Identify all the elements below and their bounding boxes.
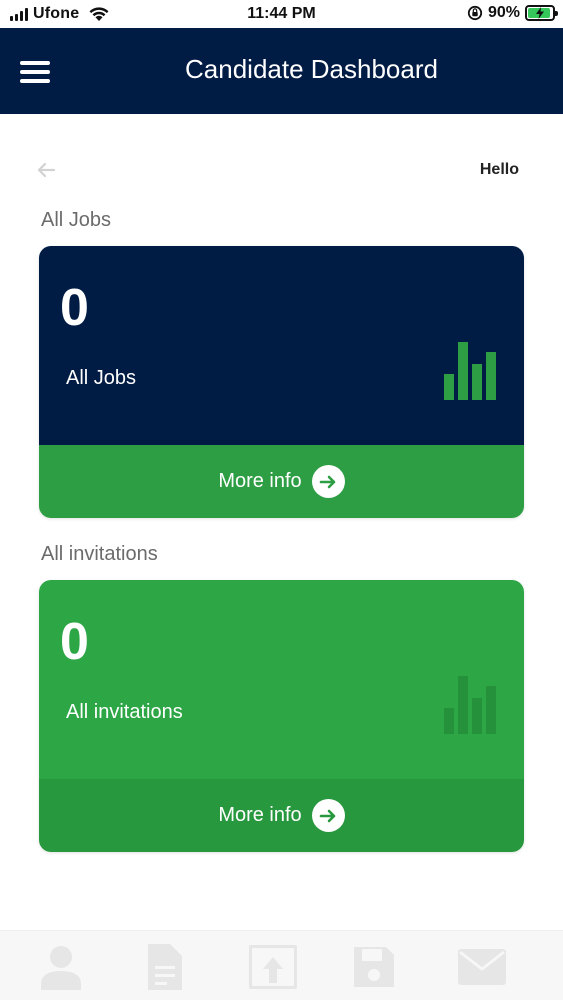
section-heading-all-invitations: All invitations bbox=[41, 543, 158, 565]
all-jobs-card: 0 All Jobs More info bbox=[39, 246, 524, 518]
app-header: Candidate Dashboard bbox=[0, 28, 563, 114]
bar-chart-icon bbox=[444, 342, 496, 400]
back-arrow-icon[interactable] bbox=[34, 158, 58, 182]
more-info-label: More info bbox=[218, 804, 302, 826]
arrow-right-circle-icon bbox=[311, 465, 345, 498]
battery-percent: 90% bbox=[487, 4, 520, 21]
invitations-more-info-button[interactable]: More info bbox=[39, 779, 524, 852]
upload-icon bbox=[249, 945, 297, 989]
jobs-label: All Jobs bbox=[66, 367, 137, 389]
all-invitations-card: 0 All invitations More info bbox=[39, 580, 524, 852]
nav-upload[interactable] bbox=[248, 943, 298, 991]
nav-profile[interactable] bbox=[36, 943, 86, 991]
greeting-text: Hello bbox=[479, 161, 519, 178]
rotation-lock-icon bbox=[467, 5, 483, 21]
battery-icon bbox=[525, 5, 558, 21]
invitations-label: All invitations bbox=[66, 701, 183, 723]
card-body: 0 All Jobs bbox=[39, 246, 524, 445]
hamburger-menu-icon[interactable] bbox=[20, 61, 52, 83]
more-info-label: More info bbox=[218, 470, 302, 492]
status-bar: Ufone 11:44 PM 90% bbox=[0, 0, 563, 28]
nav-messages[interactable] bbox=[457, 943, 507, 991]
user-icon bbox=[41, 946, 81, 990]
document-icon bbox=[148, 944, 182, 990]
page-title: Candidate Dashboard bbox=[185, 54, 438, 84]
jobs-more-info-button[interactable]: More info bbox=[39, 445, 524, 518]
status-right: 90% bbox=[467, 4, 558, 22]
invitations-count: 0 bbox=[60, 613, 89, 671]
mail-icon bbox=[458, 949, 506, 985]
nav-documents[interactable] bbox=[139, 943, 189, 991]
card-body: 0 All invitations bbox=[39, 580, 524, 779]
section-heading-all-jobs: All Jobs bbox=[41, 209, 112, 231]
nav-saved[interactable] bbox=[349, 943, 399, 991]
bottom-nav bbox=[0, 930, 563, 1000]
jobs-count: 0 bbox=[60, 279, 89, 337]
bar-chart-icon bbox=[444, 676, 496, 734]
save-icon bbox=[354, 947, 394, 987]
arrow-right-circle-icon bbox=[311, 799, 345, 832]
